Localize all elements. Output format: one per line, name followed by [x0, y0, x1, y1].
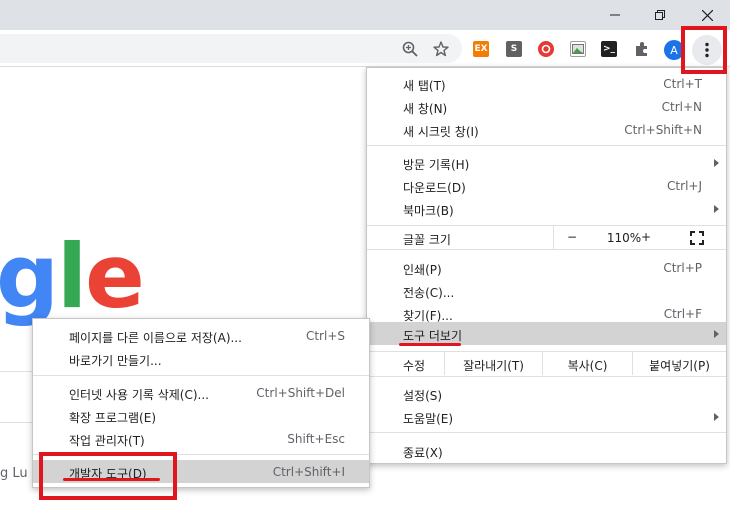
submenu-item-extensions[interactable]: 확장 프로그램(E): [33, 404, 369, 427]
minimize-icon: [610, 14, 620, 16]
menu-item-print[interactable]: 인쇄(P) Ctrl+P: [367, 256, 726, 279]
menu-item-new-tab[interactable]: 새 탭(T) Ctrl+T: [367, 72, 726, 95]
menu-item-bookmarks[interactable]: 북마크(B): [367, 197, 726, 220]
menu-zoom-row: 글꼴 크기 − 110% +: [367, 226, 726, 249]
menu-label: 방문 기록(H): [403, 158, 470, 172]
edit-label: 수정: [403, 359, 426, 373]
paste-button[interactable]: 붙여넣기(P): [632, 352, 726, 375]
restore-button[interactable]: [637, 0, 683, 30]
highlight-dev-tools: [39, 452, 177, 500]
menu-item-history[interactable]: 방문 기록(H): [367, 151, 726, 174]
puzzle-extensions-icon[interactable]: [632, 39, 652, 59]
extension-s-label: S: [510, 44, 518, 54]
extension-terminal-icon[interactable]: >_: [601, 41, 617, 57]
underline-more-tools: [399, 343, 461, 346]
menu-shortcut: Ctrl+P: [663, 261, 702, 275]
menu-label: 새 시크릿 창(I): [403, 125, 479, 139]
submenu-shortcut: Ctrl+S: [305, 329, 345, 343]
menu-separator: [367, 376, 726, 377]
menu-shortcut: Ctrl+J: [667, 179, 702, 193]
menu-label: 도구 더보기: [403, 329, 463, 343]
avatar-letter: A: [670, 43, 678, 57]
browser-toolbar: EX S >_ A: [0, 30, 730, 67]
menu-item-help[interactable]: 도움말(E): [367, 405, 726, 428]
page-partial-text: g Lu: [0, 466, 28, 481]
menu-separator: [367, 145, 726, 146]
extension-terminal-label: >_: [602, 44, 616, 54]
submenu-label: 확장 프로그램(E): [69, 411, 157, 425]
submenu-separator: [33, 375, 369, 376]
zoom-in-button[interactable]: +: [636, 230, 656, 244]
submenu-item-task-manager[interactable]: 작업 관리자(T) Shift+Esc: [33, 427, 369, 450]
submenu-arrow-icon: [714, 159, 719, 167]
close-icon: [701, 9, 713, 21]
fullscreen-icon[interactable]: [690, 231, 704, 245]
extension-ex-label: EX: [474, 44, 488, 54]
menu-label: 종료(X): [403, 446, 443, 460]
menu-shortcut: Ctrl+Shift+N: [624, 123, 702, 137]
google-logo-fragment: gle: [0, 225, 145, 328]
zoom-label: 글꼴 크기: [403, 233, 451, 247]
menu-shortcut: Ctrl+N: [661, 100, 702, 114]
submenu-item-create-shortcut[interactable]: 바로가기 만들기...: [33, 347, 369, 370]
submenu-shortcut: Shift+Esc: [287, 432, 345, 446]
restore-icon: [655, 10, 665, 20]
menu-item-exit[interactable]: 종료(X): [367, 439, 726, 462]
submenu-item-save-page[interactable]: 페이지를 다른 이름으로 저장(A)... Ctrl+S: [33, 324, 369, 347]
extension-image-icon[interactable]: [570, 41, 586, 57]
menu-label: 도움말(E): [403, 412, 454, 426]
underline-dev-tools: [63, 478, 160, 481]
menu-item-settings[interactable]: 설정(S): [367, 382, 726, 405]
zoom-controls: − 110% +: [553, 226, 726, 249]
submenu-label: 작업 관리자(T): [69, 434, 145, 448]
menu-label: 전송(C)...: [403, 286, 455, 300]
extension-sync-icon[interactable]: [538, 41, 554, 57]
submenu-arrow-icon: [714, 330, 719, 338]
minimize-button[interactable]: [592, 0, 638, 30]
menu-label: 새 탭(T): [403, 79, 446, 93]
star-icon[interactable]: [431, 39, 451, 59]
submenu-shortcut: Ctrl+Shift+I: [272, 465, 345, 479]
menu-label: 새 창(N): [403, 102, 448, 116]
submenu-arrow-icon: [714, 413, 719, 421]
zoom-out-button[interactable]: −: [562, 230, 582, 244]
menu-label: 인쇄(P): [403, 263, 442, 277]
extension-s-icon[interactable]: S: [506, 41, 522, 57]
submenu-arrow-icon: [714, 205, 719, 213]
menu-separator: [367, 432, 726, 433]
submenu-item-clear-data[interactable]: 인터넷 사용 기록 삭제(C)... Ctrl+Shift+Del: [33, 381, 369, 404]
highlight-more-menu: [681, 26, 727, 74]
menu-item-new-window[interactable]: 새 창(N) Ctrl+N: [367, 95, 726, 118]
menu-separator: [367, 249, 726, 250]
menu-label: 북마크(B): [403, 204, 454, 218]
menu-item-cast[interactable]: 전송(C)...: [367, 279, 726, 302]
menu-item-downloads[interactable]: 다운로드(D) Ctrl+J: [367, 174, 726, 197]
menu-label: 설정(S): [403, 389, 443, 403]
submenu-label: 바로가기 만들기...: [69, 354, 162, 368]
menu-item-incognito[interactable]: 새 시크릿 창(I) Ctrl+Shift+N: [367, 118, 726, 141]
chrome-main-menu: 새 탭(T) Ctrl+T 새 창(N) Ctrl+N 새 시크릿 창(I) C…: [366, 67, 727, 464]
menu-edit-row: 수정 잘라내기(T) 복사(C) 붙여넣기(P): [367, 352, 726, 375]
menu-label: 다운로드(D): [403, 181, 466, 195]
cut-button[interactable]: 잘라내기(T): [444, 352, 542, 375]
menu-shortcut: Ctrl+F: [663, 307, 702, 321]
zoom-icon[interactable]: [400, 39, 420, 59]
submenu-shortcut: Ctrl+Shift+Del: [256, 386, 345, 400]
copy-button[interactable]: 복사(C): [542, 352, 632, 375]
menu-item-more-tools[interactable]: 도구 더보기: [367, 322, 726, 345]
menu-shortcut: Ctrl+T: [663, 77, 702, 91]
title-bar: [0, 0, 730, 30]
submenu-label: 인터넷 사용 기록 삭제(C)...: [69, 388, 209, 402]
address-bar[interactable]: [0, 34, 462, 63]
extension-ex-icon[interactable]: EX: [473, 41, 489, 57]
submenu-label: 페이지를 다른 이름으로 저장(A)...: [69, 331, 242, 345]
